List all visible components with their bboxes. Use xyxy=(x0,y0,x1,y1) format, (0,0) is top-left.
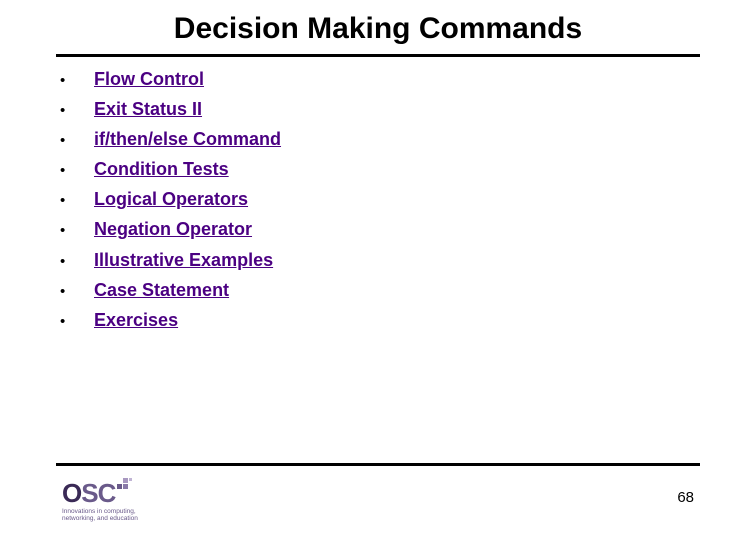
title-divider xyxy=(56,54,700,57)
slide: Decision Making Commands • Flow Control … xyxy=(0,0,756,540)
logo-tagline: Innovations in computing, networking, an… xyxy=(62,508,172,522)
link-condition-tests[interactable]: Condition Tests xyxy=(94,156,229,182)
link-flow-control[interactable]: Flow Control xyxy=(94,66,204,92)
link-case-statement[interactable]: Case Statement xyxy=(94,277,229,303)
bullet-icon: • xyxy=(60,190,94,212)
list-item: • Logical Operators xyxy=(60,186,680,212)
tagline-line1: Innovations in computing, xyxy=(62,508,172,515)
list-item: • Exit Status II xyxy=(60,96,680,122)
list-item: • Flow Control xyxy=(60,66,680,92)
link-negation-operator[interactable]: Negation Operator xyxy=(94,216,252,242)
link-illustrative-examples[interactable]: Illustrative Examples xyxy=(94,247,273,273)
logo-letter-o: O xyxy=(62,478,81,508)
bullet-icon: • xyxy=(60,281,94,303)
slide-title: Decision Making Commands xyxy=(0,12,756,46)
link-if-then-else[interactable]: if/then/else Command xyxy=(94,126,281,152)
footer-divider xyxy=(56,463,700,466)
list-item: • if/then/else Command xyxy=(60,126,680,152)
logo-letter-c: C xyxy=(98,478,116,508)
tagline-line2: networking, and education xyxy=(62,515,172,522)
link-exit-status[interactable]: Exit Status II xyxy=(94,96,202,122)
content-list: • Flow Control • Exit Status II • if/the… xyxy=(60,66,680,337)
list-item: • Case Statement xyxy=(60,277,680,303)
bullet-icon: • xyxy=(60,100,94,122)
bullet-icon: • xyxy=(60,70,94,92)
logo-text: OSC xyxy=(62,480,115,506)
bullet-icon: • xyxy=(60,220,94,242)
link-logical-operators[interactable]: Logical Operators xyxy=(94,186,248,212)
list-item: • Negation Operator xyxy=(60,216,680,242)
bullet-icon: • xyxy=(60,160,94,182)
bullet-icon: • xyxy=(60,251,94,273)
logo-squares-icon xyxy=(117,476,135,495)
list-item: • Condition Tests xyxy=(60,156,680,182)
page-number: 68 xyxy=(677,489,694,506)
logo-letter-s: S xyxy=(81,478,97,508)
logo-main: OSC xyxy=(62,480,172,506)
bullet-icon: • xyxy=(60,311,94,333)
link-exercises[interactable]: Exercises xyxy=(94,307,178,333)
osc-logo: OSC Innovations in computing, networking… xyxy=(62,480,172,522)
bullet-icon: • xyxy=(60,130,94,152)
list-item: • Exercises xyxy=(60,307,680,333)
list-item: • Illustrative Examples xyxy=(60,247,680,273)
